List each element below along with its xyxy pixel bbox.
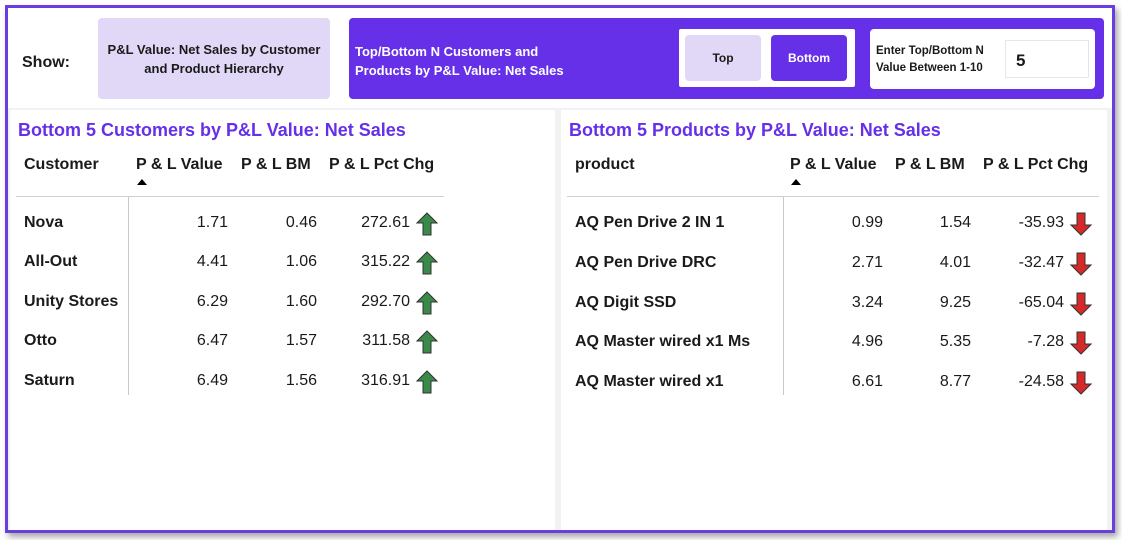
row-name: AQ Master wired x1 Ms (575, 333, 751, 350)
col-header-pl-value[interactable]: P & L Value (790, 156, 877, 174)
down-arrow-icon (1070, 212, 1092, 236)
bottom-button[interactable]: Bottom (771, 35, 847, 81)
row-pl-bm: 1.06 (285, 253, 317, 270)
row-name: AQ Digit SSD (575, 294, 677, 311)
table-row[interactable]: AQ Master wired x1 Ms 4.96 5.35 -7.28 (561, 331, 1107, 363)
down-arrow-icon (1070, 292, 1092, 316)
row-pl-value: 6.61 (851, 373, 883, 390)
row-pl-bm: 4.01 (939, 254, 971, 271)
row-pl-bm: 5.35 (939, 333, 971, 350)
row-pl-value: 4.96 (851, 333, 883, 350)
row-name: AQ Pen Drive 2 IN 1 (575, 214, 725, 231)
n-value-label: Enter Top/Bottom N Value Between 1-10 (876, 45, 984, 74)
top-bottom-panel: Top/Bottom N Customers and Products by P… (349, 18, 1104, 99)
row-pl-pct-chg: -32.47 (1018, 254, 1064, 271)
row-pl-bm: 1.56 (285, 372, 317, 389)
table-row[interactable]: Otto 6.47 1.57 311.58 (10, 330, 555, 362)
row-pl-bm: 8.77 (939, 373, 971, 390)
col-header-pl-pct-chg[interactable]: P & L Pct Chg (983, 156, 1088, 174)
row-pl-pct-chg: -35.93 (1018, 214, 1064, 231)
row-pl-value: 4.41 (196, 253, 228, 270)
down-arrow-icon (1070, 252, 1092, 276)
row-pl-value: 0.99 (851, 214, 883, 231)
up-arrow-icon (416, 370, 438, 394)
up-arrow-icon (416, 212, 438, 236)
report-frame: Show: P&L Value: Net Sales by Customer a… (5, 5, 1115, 533)
row-pl-pct-chg: -7.28 (1027, 333, 1064, 350)
row-pl-pct-chg: 315.22 (361, 253, 410, 270)
table-row[interactable]: Nova 1.71 0.46 272.61 (10, 212, 555, 244)
table-row[interactable]: Unity Stores 6.29 1.60 292.70 (10, 291, 555, 323)
row-pl-value: 2.71 (851, 254, 883, 271)
row-pl-value: 6.29 (196, 293, 228, 310)
table-row[interactable]: AQ Pen Drive DRC 2.71 4.01 -32.47 (561, 252, 1107, 284)
col-header-pl-bm[interactable]: P & L BM (895, 156, 965, 174)
row-pl-value: 6.49 (196, 372, 228, 389)
sort-ascending-icon (791, 179, 801, 185)
row-pl-bm: 1.54 (939, 214, 971, 231)
table-row[interactable]: AQ Digit SSD 3.24 9.25 -65.04 (561, 292, 1107, 324)
row-pl-pct-chg: 292.70 (361, 293, 410, 310)
table-row[interactable]: AQ Master wired x1 6.61 8.77 -24.58 (561, 371, 1107, 403)
row-pl-value: 3.24 (851, 294, 883, 311)
up-arrow-icon (416, 330, 438, 354)
down-arrow-icon (1070, 331, 1092, 355)
row-pl-pct-chg: 311.58 (362, 332, 410, 349)
measure-info-box: P&L Value: Net Sales by Customer and Pro… (98, 18, 330, 99)
show-label: Show: (22, 54, 70, 71)
row-pl-pct-chg: 272.61 (361, 214, 410, 231)
header-divider (567, 196, 1099, 197)
row-pl-bm: 9.25 (939, 294, 971, 311)
header-divider (16, 196, 444, 197)
n-value-box: Enter Top/Bottom N Value Between 1-10 5 (870, 29, 1095, 89)
panel-title: Top/Bottom N Customers and Products by P… (355, 44, 564, 78)
row-name: Unity Stores (24, 293, 119, 310)
col-header-pl-value[interactable]: P & L Value (136, 156, 223, 174)
table-row[interactable]: Saturn 6.49 1.56 316.91 (10, 370, 555, 402)
up-arrow-icon (416, 251, 438, 275)
customers-table-title: Bottom 5 Customers by P&L Value: Net Sal… (18, 120, 406, 140)
sort-ascending-icon (137, 179, 147, 185)
row-name: AQ Master wired x1 (575, 373, 724, 390)
products-table-title: Bottom 5 Products by P&L Value: Net Sale… (569, 120, 941, 140)
col-header-customer[interactable]: Customer (24, 156, 99, 174)
col-header-pl-pct-chg[interactable]: P & L Pct Chg (329, 156, 434, 174)
top-button[interactable]: Top (685, 35, 761, 81)
up-arrow-icon (416, 291, 438, 315)
row-name: Nova (24, 214, 64, 231)
col-header-product[interactable]: product (575, 156, 635, 174)
row-pl-bm: 1.60 (285, 293, 317, 310)
row-name: All-Out (24, 253, 78, 270)
row-pl-value: 6.47 (196, 332, 228, 349)
row-name: AQ Pen Drive DRC (575, 254, 717, 271)
table-row[interactable]: All-Out 4.41 1.06 315.22 (10, 251, 555, 283)
row-pl-pct-chg: 316.91 (361, 372, 410, 389)
n-value-input[interactable]: 5 (1005, 40, 1089, 78)
row-pl-pct-chg: -65.04 (1018, 294, 1064, 311)
filter-bar: Show: P&L Value: Net Sales by Customer a… (8, 8, 1112, 108)
row-pl-value: 1.71 (196, 214, 228, 231)
table-row[interactable]: AQ Pen Drive 2 IN 1 0.99 1.54 -35.93 (561, 212, 1107, 244)
row-name: Saturn (24, 372, 75, 389)
down-arrow-icon (1070, 371, 1092, 395)
row-pl-bm: 1.57 (285, 332, 317, 349)
top-bottom-toggle: Top Bottom (679, 29, 855, 87)
col-header-pl-bm[interactable]: P & L BM (241, 156, 311, 174)
row-name: Otto (24, 332, 57, 349)
row-pl-pct-chg: -24.58 (1018, 373, 1064, 390)
row-pl-bm: 0.46 (285, 214, 317, 231)
products-table-card: Bottom 5 Products by P&L Value: Net Sale… (561, 110, 1107, 530)
customers-table-card: Bottom 5 Customers by P&L Value: Net Sal… (10, 110, 555, 530)
